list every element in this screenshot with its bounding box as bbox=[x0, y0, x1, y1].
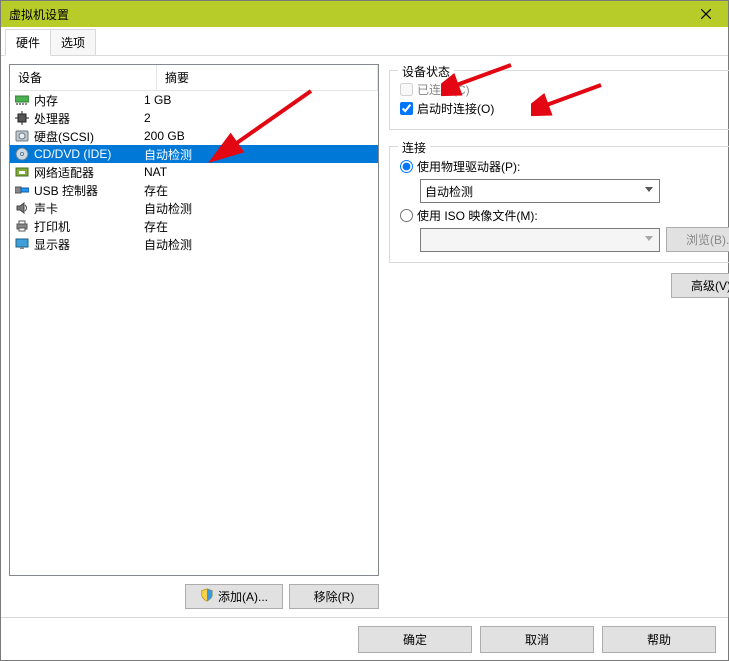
physical-drive-value: 自动检测 bbox=[425, 183, 473, 200]
connect-on-start-checkbox[interactable] bbox=[400, 102, 413, 115]
footer: 确定 取消 帮助 bbox=[1, 617, 728, 660]
left-buttons: 添加(A)... 移除(R) bbox=[9, 576, 379, 609]
device-row-cd[interactable]: CD/DVD (IDE)自动检测 bbox=[10, 145, 378, 163]
device-list-header: 设备 摘要 bbox=[10, 65, 378, 91]
help-button-label: 帮助 bbox=[647, 631, 671, 648]
ok-button[interactable]: 确定 bbox=[358, 626, 472, 653]
device-name: 声卡 bbox=[34, 200, 144, 217]
cd-icon bbox=[14, 146, 30, 162]
device-summary: NAT bbox=[144, 165, 378, 179]
device-name: 处理器 bbox=[34, 110, 144, 127]
tabstrip: 硬件 选项 bbox=[1, 27, 728, 56]
device-name: 网络适配器 bbox=[34, 164, 144, 181]
display-icon bbox=[14, 236, 30, 252]
hdd-icon bbox=[14, 128, 30, 144]
device-row-cpu[interactable]: 处理器2 bbox=[10, 109, 378, 127]
tab-options-label: 选项 bbox=[61, 36, 85, 50]
iso-file-row: 浏览(B)... bbox=[420, 227, 729, 252]
remove-button[interactable]: 移除(R) bbox=[289, 584, 379, 609]
device-name: USB 控制器 bbox=[34, 182, 144, 199]
sound-icon bbox=[14, 200, 30, 216]
tab-hardware-label: 硬件 bbox=[16, 36, 40, 50]
device-row-printer[interactable]: 打印机存在 bbox=[10, 217, 378, 235]
right-panel: 设备状态 已连接(C) 启动时连接(O) 连接 使用物理驱动器(P): 自动检测 bbox=[383, 64, 729, 609]
cancel-button[interactable]: 取消 bbox=[480, 626, 594, 653]
ok-button-label: 确定 bbox=[403, 631, 427, 648]
close-button[interactable] bbox=[683, 1, 728, 27]
connected-label: 已连接(C) bbox=[417, 81, 470, 98]
device-summary: 存在 bbox=[144, 182, 378, 199]
device-name: CD/DVD (IDE) bbox=[34, 147, 144, 161]
remove-button-label: 移除(R) bbox=[314, 588, 355, 605]
content: 设备 摘要 内存1 GB处理器2硬盘(SCSI)200 GBCD/DVD (ID… bbox=[1, 56, 728, 617]
memory-icon bbox=[14, 92, 30, 108]
device-row-memory[interactable]: 内存1 GB bbox=[10, 91, 378, 109]
device-summary: 1 GB bbox=[144, 93, 378, 107]
tab-hardware[interactable]: 硬件 bbox=[5, 29, 51, 56]
use-physical-row[interactable]: 使用物理驱动器(P): bbox=[400, 158, 729, 175]
physical-drive-combo[interactable]: 自动检测 bbox=[420, 179, 660, 203]
left-panel: 设备 摘要 内存1 GB处理器2硬盘(SCSI)200 GBCD/DVD (ID… bbox=[9, 64, 379, 609]
connected-row: 已连接(C) bbox=[400, 81, 729, 98]
add-button-label: 添加(A)... bbox=[218, 588, 268, 605]
device-summary: 存在 bbox=[144, 218, 378, 235]
device-row-hdd[interactable]: 硬盘(SCSI)200 GB bbox=[10, 127, 378, 145]
window-title: 虚拟机设置 bbox=[9, 6, 720, 23]
device-row-display[interactable]: 显示器自动检测 bbox=[10, 235, 378, 253]
cancel-button-label: 取消 bbox=[525, 631, 549, 648]
device-status-legend: 设备状态 bbox=[398, 63, 454, 80]
device-name: 内存 bbox=[34, 92, 144, 109]
cpu-icon bbox=[14, 110, 30, 126]
col-device[interactable]: 设备 bbox=[10, 65, 157, 90]
shield-icon bbox=[200, 588, 214, 605]
use-physical-label: 使用物理驱动器(P): bbox=[417, 158, 520, 175]
device-name: 硬盘(SCSI) bbox=[34, 128, 144, 145]
chevron-down-icon bbox=[641, 231, 657, 247]
browse-button: 浏览(B)... bbox=[666, 227, 729, 252]
tab-options[interactable]: 选项 bbox=[50, 29, 96, 55]
connection-legend: 连接 bbox=[398, 139, 430, 156]
usb-icon bbox=[14, 182, 30, 198]
close-icon bbox=[701, 9, 711, 19]
nic-icon bbox=[14, 164, 30, 180]
device-name: 显示器 bbox=[34, 236, 144, 253]
connected-checkbox bbox=[400, 83, 413, 96]
device-status-group: 设备状态 已连接(C) 启动时连接(O) bbox=[389, 70, 729, 130]
connection-group: 连接 使用物理驱动器(P): 自动检测 使用 ISO 映像文件(M): bbox=[389, 146, 729, 263]
help-button[interactable]: 帮助 bbox=[602, 626, 716, 653]
use-iso-radio[interactable] bbox=[400, 209, 413, 222]
device-row-usb[interactable]: USB 控制器存在 bbox=[10, 181, 378, 199]
advanced-button[interactable]: 高级(V)... bbox=[671, 273, 729, 298]
add-button[interactable]: 添加(A)... bbox=[185, 584, 283, 609]
printer-icon bbox=[14, 218, 30, 234]
use-physical-radio[interactable] bbox=[400, 160, 413, 173]
chevron-down-icon bbox=[641, 182, 657, 198]
connect-on-start-label: 启动时连接(O) bbox=[417, 100, 494, 117]
use-iso-row[interactable]: 使用 ISO 映像文件(M): bbox=[400, 207, 729, 224]
titlebar: 虚拟机设置 bbox=[1, 1, 728, 27]
use-iso-label: 使用 ISO 映像文件(M): bbox=[417, 207, 538, 224]
device-summary: 自动检测 bbox=[144, 200, 378, 217]
device-name: 打印机 bbox=[34, 218, 144, 235]
browse-button-label: 浏览(B)... bbox=[686, 231, 729, 248]
col-summary[interactable]: 摘要 bbox=[157, 65, 378, 90]
device-summary: 自动检测 bbox=[144, 236, 378, 253]
device-row-nic[interactable]: 网络适配器NAT bbox=[10, 163, 378, 181]
device-row-sound[interactable]: 声卡自动检测 bbox=[10, 199, 378, 217]
device-summary: 200 GB bbox=[144, 129, 378, 143]
device-summary: 自动检测 bbox=[144, 146, 378, 163]
device-list[interactable]: 设备 摘要 内存1 GB处理器2硬盘(SCSI)200 GBCD/DVD (ID… bbox=[9, 64, 379, 576]
iso-path-combo bbox=[420, 228, 660, 252]
connect-on-start-row[interactable]: 启动时连接(O) bbox=[400, 100, 729, 117]
advanced-button-label: 高级(V)... bbox=[691, 277, 729, 294]
device-summary: 2 bbox=[144, 111, 378, 125]
advanced-row: 高级(V)... bbox=[389, 273, 729, 298]
